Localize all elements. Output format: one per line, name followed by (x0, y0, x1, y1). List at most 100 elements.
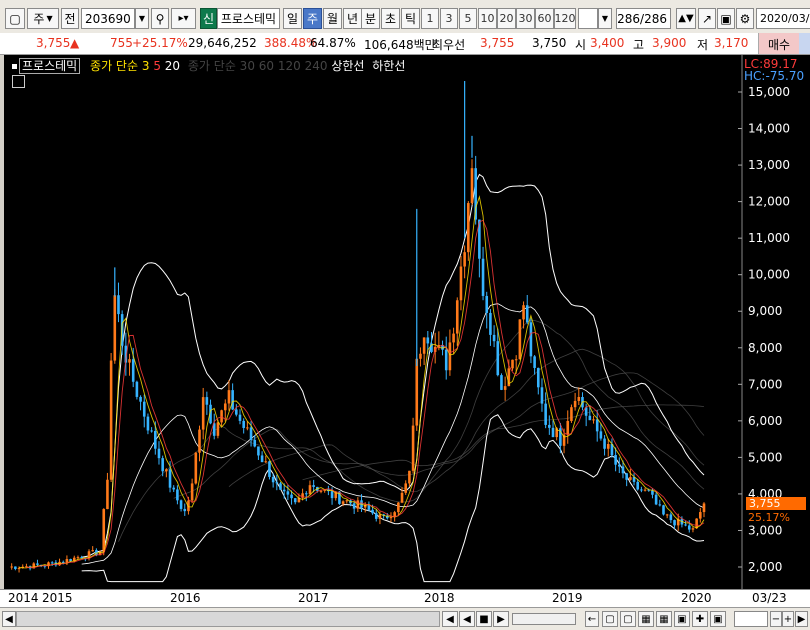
interval-3[interactable]: 3 (440, 8, 458, 29)
market-select[interactable]: 주 ▼ (27, 8, 59, 29)
period-tick[interactable]: 틱 (401, 8, 420, 29)
count-input[interactable]: 286/286 (616, 8, 671, 29)
candle-body (533, 356, 536, 368)
candle-body (662, 505, 665, 515)
indicator-icon[interactable]: ▲▼ (676, 8, 696, 29)
prev-button[interactable]: 전 (61, 8, 79, 29)
interval-5[interactable]: 5 (459, 8, 477, 29)
chevron-down-icon: ▼ (46, 14, 53, 23)
candle-body (374, 513, 378, 519)
legend-marker-icon (12, 64, 17, 69)
grid-toggle-icon[interactable] (12, 75, 25, 88)
candle-body (330, 491, 334, 499)
zoom-out-icon[interactable]: ← (585, 611, 599, 627)
y-tick-label: 8,000 (748, 341, 782, 355)
period-week[interactable]: 주 (303, 8, 322, 29)
candle-body (511, 359, 514, 369)
sell-button[interactable] (799, 33, 810, 54)
rewind-icon[interactable]: ◀ (442, 611, 458, 627)
code-input[interactable]: 203690 (81, 8, 135, 29)
speaker-icon[interactable]: ▸▾ (171, 8, 196, 29)
scroll-right-icon[interactable]: ▶ (795, 611, 808, 627)
candle-body (485, 295, 489, 313)
interval-30[interactable]: 30 (516, 8, 535, 29)
candle-body (198, 429, 201, 453)
interval-120[interactable]: 120 (554, 8, 576, 29)
candle-body (500, 375, 503, 390)
interval-dropdown[interactable]: ▼ (598, 8, 612, 29)
candle-body (577, 396, 581, 401)
ask-price: 3,755 (480, 36, 515, 50)
candle-body (599, 431, 603, 439)
range-icon[interactable]: ▢ (602, 611, 618, 627)
interval-input[interactable] (578, 8, 598, 29)
speed-slider[interactable] (512, 613, 576, 625)
search-icon[interactable]: ⚲ (151, 8, 169, 29)
period-month[interactable]: 월 (323, 8, 342, 29)
trend-icon[interactable]: ↗ (698, 8, 716, 29)
candle-body (492, 334, 496, 342)
candle-body (621, 466, 625, 474)
range2-icon[interactable]: ▢ (620, 611, 636, 627)
crosshair-icon[interactable]: ✚ (692, 611, 708, 627)
x-label: 03/23 (752, 591, 787, 605)
candle-body (422, 337, 426, 354)
compare-icon[interactable]: ▦ (638, 611, 654, 627)
x-axis: 2014 2015 2016 2017 2018 2019 2020 03/23 (0, 589, 810, 608)
candle-body (253, 439, 257, 447)
period-year[interactable]: 년 (343, 8, 362, 29)
candle-body (216, 422, 220, 436)
period-minute[interactable]: 분 (361, 8, 380, 29)
price-chart[interactable]: 2,000 3,000 4,000 5,000 6,000 7,000 8,000 9,000… (4, 55, 810, 607)
short-ma-line (26, 219, 705, 569)
candle-body (61, 561, 65, 563)
candle-body (419, 353, 422, 359)
prev-icon[interactable]: ◀ (459, 611, 475, 627)
layout-icon[interactable]: ▢ (5, 8, 25, 29)
x-label: 2014 (8, 591, 39, 605)
candle-body (467, 203, 470, 253)
zoom-in-icon[interactable]: + (782, 611, 794, 627)
zoom-input[interactable] (734, 611, 768, 627)
date-input[interactable]: 2020/03/ (756, 8, 810, 29)
candle-body (687, 525, 691, 530)
snap-icon[interactable]: ▣ (710, 611, 726, 627)
chart-canvas[interactable]: 2,0003,0004,0005,0006,0007,0008,0009,000… (4, 55, 810, 589)
interval-1[interactable]: 1 (421, 8, 439, 29)
upper-band-line (81, 173, 705, 558)
low-label: 저 (697, 38, 709, 52)
candle-body (201, 397, 205, 430)
open-price: 3,400 (590, 36, 625, 50)
candle-body (312, 485, 315, 487)
interval-20[interactable]: 20 (497, 8, 516, 29)
quote-bar: 3,755 ▲ 755 +25.17% 29,646,252 388.48% 6… (0, 33, 810, 55)
interval-60[interactable]: 60 (535, 8, 554, 29)
candle-body (654, 494, 658, 505)
stop-icon[interactable]: ■ (476, 611, 492, 627)
period-second[interactable]: 초 (381, 8, 400, 29)
candle-body (282, 489, 286, 492)
play-icon[interactable]: ▶ (493, 611, 509, 627)
lower-band-line (81, 414, 705, 583)
y-tick-label: 2,000 (748, 560, 782, 574)
candle-body (618, 464, 621, 467)
expand-icon[interactable]: ▦ (656, 611, 672, 627)
interval-10[interactable]: 10 (478, 8, 497, 29)
scroll-left-icon[interactable]: ◀ (2, 611, 16, 627)
zoom-in-small-icon[interactable]: − (770, 611, 782, 627)
candle-body (448, 342, 452, 371)
bid-price: 3,750 (532, 36, 567, 50)
best-label: 최우선 (432, 38, 466, 52)
open-label: 시 (575, 38, 587, 52)
candle-body (223, 403, 227, 411)
candle-body (352, 503, 356, 509)
fit-icon[interactable]: ▣ (674, 611, 690, 627)
scroll-track[interactable] (16, 611, 440, 627)
code-dropdown[interactable]: ▼ (135, 8, 149, 29)
save-icon[interactable]: ▣ (717, 8, 735, 29)
x-label: 2018 (424, 591, 455, 605)
candle-body (257, 446, 260, 456)
period-day[interactable]: 일 (283, 8, 302, 29)
gear-icon[interactable]: ⚙ (736, 8, 754, 29)
buy-button[interactable]: 매수 (758, 33, 799, 54)
